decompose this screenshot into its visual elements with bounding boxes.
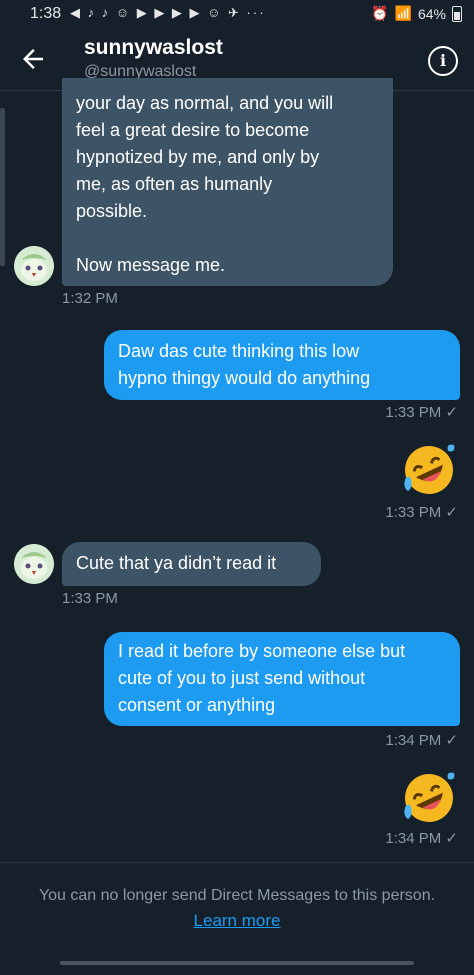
avatar[interactable] — [14, 544, 54, 584]
info-icon[interactable]: i — [428, 46, 458, 76]
dm-disabled-footer: You can no longer send Direct Messages t… — [0, 862, 474, 975]
system-nav-bar — [60, 961, 414, 965]
status-bar: 1:38 ◀ ♪ ♪ ☺ ▶ ▶ ▶ ▶ ☺ ✈ ··· ⏰ 📶 64% — [0, 0, 474, 30]
message-timestamp: 1:34 PM ✓ — [385, 732, 458, 749]
message-timestamp: 1:33 PM ✓ — [385, 404, 458, 421]
learn-more-link[interactable]: Learn more — [0, 911, 474, 931]
dm-disabled-notice: You can no longer send Direct Messages t… — [38, 887, 436, 904]
message-text: Daw das cute thinking this low hypno thi… — [118, 341, 371, 388]
message-text: I read it before by someone else but cut… — [118, 641, 406, 715]
message-timestamp: 1:33 PM ✓ — [385, 504, 458, 521]
avatar[interactable] — [14, 246, 54, 286]
message-text: Cute that ya didn’t read it — [76, 553, 277, 573]
message-timestamp: 1:33 PM — [62, 590, 118, 607]
message-timestamp: 1:32 PM — [62, 290, 118, 307]
nav-recents[interactable] — [60, 961, 180, 965]
status-time: 1:38 — [30, 5, 62, 22]
avatar-image — [14, 544, 54, 584]
message-bubble-outgoing[interactable]: I read it before by someone else but cut… — [104, 632, 460, 726]
battery-percent: 64% — [417, 5, 446, 22]
wifi-icon: 📶 — [394, 5, 412, 21]
message-timestamp: 1:34 PM ✓ — [385, 830, 458, 847]
notification-icons: ◀ ♪ ♪ ☺ ▶ ▶ ▶ ▶ ☺ ✈ ··· — [70, 5, 266, 20]
rofl-emoji-icon[interactable] — [402, 771, 456, 825]
nav-back[interactable] — [294, 961, 414, 965]
alarm-icon: ⏰ — [371, 5, 389, 21]
rofl-emoji-icon[interactable] — [402, 443, 456, 497]
message-bubble-incoming[interactable]: Cute that ya didn’t read it — [62, 542, 321, 586]
back-arrow-icon[interactable] — [18, 44, 48, 74]
status-right: ⏰ 📶 64% — [371, 5, 462, 22]
battery-icon — [452, 5, 462, 22]
contact-name[interactable]: sunnywaslost — [84, 36, 223, 60]
nav-home[interactable] — [177, 961, 297, 965]
message-text: your day as normal, and you will feel a … — [76, 93, 334, 275]
scroll-indicator[interactable] — [0, 108, 5, 266]
message-bubble-outgoing[interactable]: Daw das cute thinking this low hypno thi… — [104, 330, 460, 400]
avatar-image — [14, 246, 54, 286]
message-bubble-incoming[interactable]: your day as normal, and you will feel a … — [62, 78, 393, 286]
